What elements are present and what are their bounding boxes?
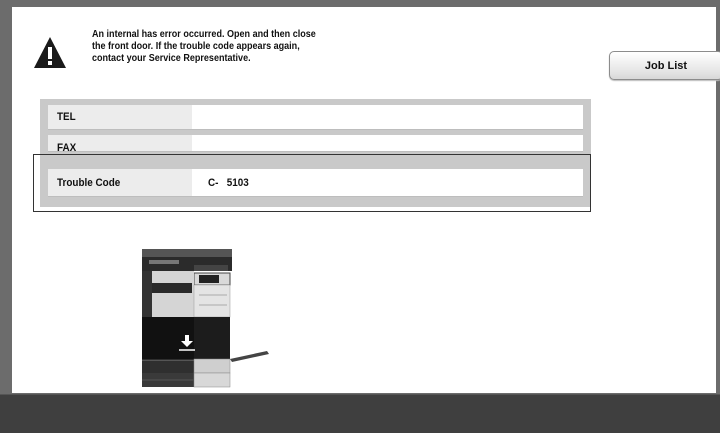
fax-label: FAX: [57, 142, 77, 152]
tel-row: TEL: [48, 105, 583, 130]
error-message: An internal has error occurred. Open and…: [92, 28, 316, 64]
status-bar: [0, 394, 720, 433]
job-list-button[interactable]: Job List: [609, 51, 720, 80]
error-screen: An internal has error occurred. Open and…: [12, 7, 720, 393]
tel-label: TEL: [57, 111, 76, 123]
copier-machine-illustration: [142, 249, 269, 388]
job-list-button-label: Job List: [644, 59, 688, 72]
fax-row: FAX: [48, 135, 583, 152]
trouble-code-highlight-frame: [33, 154, 591, 212]
warning-icon: [34, 37, 66, 68]
